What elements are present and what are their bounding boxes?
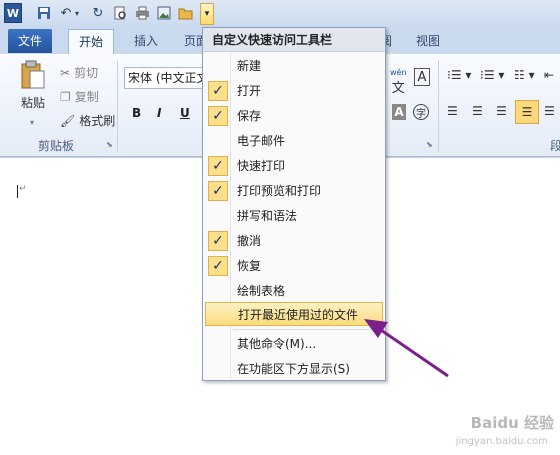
arrow-shaft (377, 326, 449, 378)
arrow-head (364, 319, 388, 338)
annotation-arrow (364, 319, 449, 378)
watermark-logo: Baidu 经验 (470, 414, 554, 432)
watermark-url: jingyan.baidu.com (455, 436, 548, 447)
